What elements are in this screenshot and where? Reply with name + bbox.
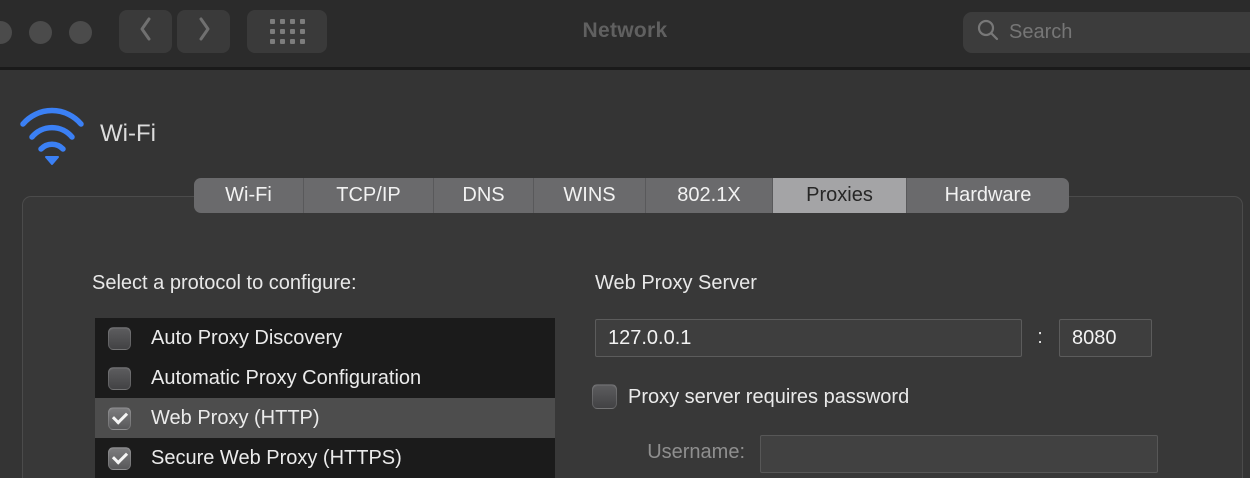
search-input[interactable] (1009, 21, 1229, 44)
automatic-proxy-configuration-checkbox[interactable] (108, 367, 131, 390)
proxy-server-port-input[interactable] (1060, 320, 1151, 356)
tab-proxies[interactable]: Proxies (773, 178, 907, 213)
port-separator: : (1026, 326, 1054, 349)
tab-hardware[interactable]: Hardware (907, 178, 1069, 213)
proxy-server-address-field[interactable] (595, 319, 1022, 357)
username-input[interactable] (761, 436, 1157, 472)
protocol-row-label: Auto Proxy Discovery (151, 327, 342, 350)
tab-bar: Wi-Fi TCP/IP DNS WINS 802.1X Proxies Har… (194, 178, 1069, 213)
requires-password-label: Proxy server requires password (628, 386, 909, 409)
proxy-server-port-field[interactable] (1059, 319, 1152, 357)
web-proxy-http-checkbox[interactable] (108, 407, 131, 430)
protocol-row-automatic-proxy-configuration[interactable]: Automatic Proxy Configuration (95, 358, 555, 398)
tab-wins[interactable]: WINS (534, 178, 646, 213)
tab-tcpip[interactable]: TCP/IP (304, 178, 434, 213)
protocol-row-auto-proxy-discovery[interactable]: Auto Proxy Discovery (95, 318, 555, 358)
tab-dns[interactable]: DNS (434, 178, 534, 213)
protocol-row-secure-web-proxy-https[interactable]: Secure Web Proxy (HTTPS) (95, 438, 555, 478)
username-label: Username: (595, 441, 745, 464)
search-field[interactable] (963, 12, 1250, 53)
protocol-list: Auto Proxy Discovery Automatic Proxy Con… (95, 318, 555, 478)
secure-web-proxy-https-checkbox[interactable] (108, 447, 131, 470)
protocol-row-label: Automatic Proxy Configuration (151, 367, 421, 390)
wifi-icon (17, 97, 87, 172)
protocol-row-label: Web Proxy (HTTP) (151, 407, 320, 430)
title-bar: Network (0, 0, 1250, 67)
service-name: Wi-Fi (100, 120, 156, 148)
titlebar-divider (0, 67, 1250, 70)
protocol-list-heading: Select a protocol to configure: (92, 272, 357, 295)
tab-8021x[interactable]: 802.1X (646, 178, 773, 213)
search-icon (976, 18, 1000, 47)
protocol-row-label: Secure Web Proxy (HTTPS) (151, 447, 402, 470)
proxy-server-address-input[interactable] (596, 320, 1021, 356)
protocol-row-web-proxy-http[interactable]: Web Proxy (HTTP) (95, 398, 555, 438)
username-field[interactable] (760, 435, 1158, 473)
auto-proxy-discovery-checkbox[interactable] (108, 327, 131, 350)
requires-password-checkbox[interactable] (592, 384, 617, 409)
web-proxy-server-heading: Web Proxy Server (595, 272, 757, 295)
tab-wifi[interactable]: Wi-Fi (194, 178, 304, 213)
